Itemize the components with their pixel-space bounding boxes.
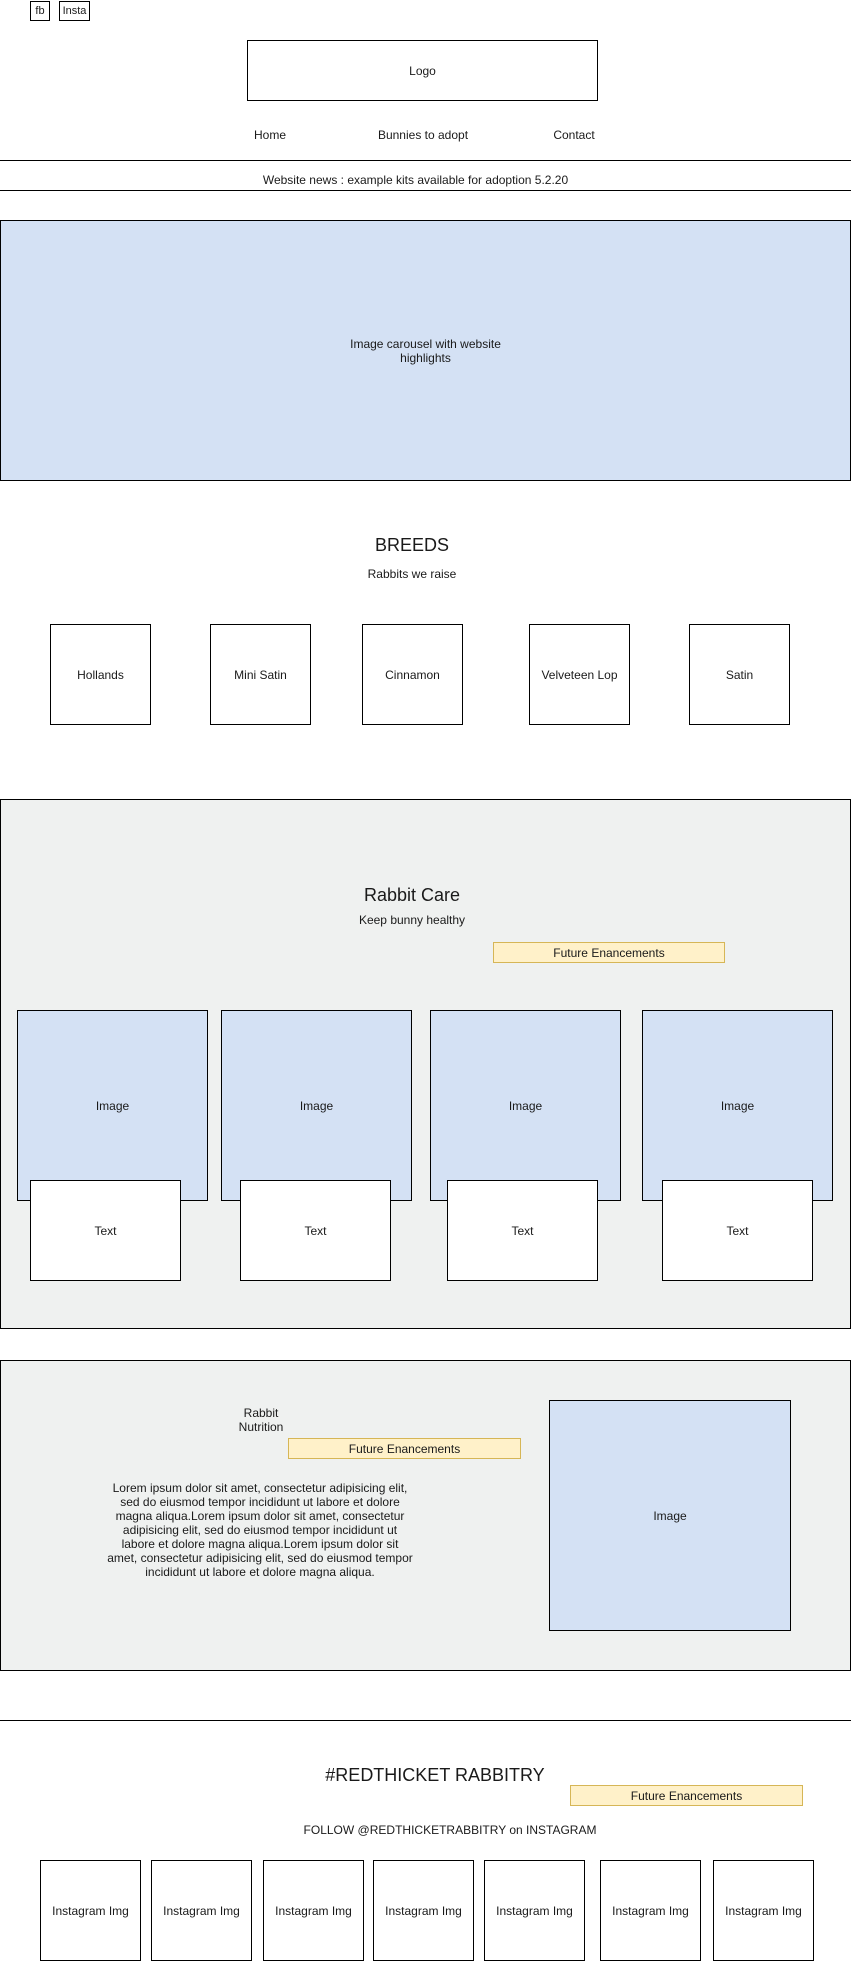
care-image-2[interactable]: Image bbox=[221, 1010, 412, 1201]
image-carousel[interactable]: Image carousel with website highlights bbox=[0, 220, 851, 481]
breed-card-satin[interactable]: Satin bbox=[689, 624, 790, 725]
care-text-3[interactable]: Text bbox=[447, 1180, 598, 1281]
nav-contact[interactable]: Contact bbox=[539, 126, 609, 144]
instagram-img-5[interactable]: Instagram Img bbox=[484, 1860, 585, 1961]
instagram-img-7[interactable]: Instagram Img bbox=[713, 1860, 814, 1961]
instagram-divider bbox=[0, 1720, 851, 1721]
facebook-button[interactable]: fb bbox=[30, 1, 50, 21]
instagram-img-6[interactable]: Instagram Img bbox=[600, 1860, 701, 1961]
breeds-subtitle: Rabbits we raise bbox=[367, 567, 457, 581]
rabbit-care-future-enhancements: Future Enancements bbox=[493, 942, 725, 963]
care-image-4[interactable]: Image bbox=[642, 1010, 833, 1201]
care-image-1[interactable]: Image bbox=[17, 1010, 208, 1201]
logo[interactable]: Logo bbox=[247, 40, 598, 101]
care-text-4[interactable]: Text bbox=[662, 1180, 813, 1281]
instagram-img-2[interactable]: Instagram Img bbox=[151, 1860, 252, 1961]
website-news: Website news : example kits available fo… bbox=[262, 173, 569, 187]
news-divider-top bbox=[0, 160, 851, 161]
breed-card-hollands[interactable]: Hollands bbox=[50, 624, 151, 725]
care-text-2[interactable]: Text bbox=[240, 1180, 391, 1281]
instagram-img-4[interactable]: Instagram Img bbox=[373, 1860, 474, 1961]
instagram-button[interactable]: Insta bbox=[59, 1, 90, 21]
instagram-title: #REDTHICKET RABBITRY bbox=[325, 1764, 545, 1785]
news-divider-bottom bbox=[0, 190, 851, 191]
care-text-1[interactable]: Text bbox=[30, 1180, 181, 1281]
instagram-img-1[interactable]: Instagram Img bbox=[40, 1860, 141, 1961]
instagram-follow-text[interactable]: FOLLOW @REDTHICKETRABBITRY on INSTAGRAM bbox=[280, 1822, 620, 1838]
nutrition-image[interactable]: Image bbox=[549, 1400, 791, 1631]
breed-card-mini-satin[interactable]: Mini Satin bbox=[210, 624, 311, 725]
breeds-title: BREEDS bbox=[374, 534, 450, 555]
nutrition-future-enhancements: Future Enancements bbox=[288, 1438, 521, 1459]
nutrition-body-text: Lorem ipsum dolor sit amet, consectetur … bbox=[107, 1481, 413, 1579]
rabbit-care-title: Rabbit Care bbox=[363, 884, 461, 905]
nav-bunnies-to-adopt[interactable]: Bunnies to adopt bbox=[363, 126, 483, 144]
nav-home[interactable]: Home bbox=[240, 126, 300, 144]
breed-card-cinnamon[interactable]: Cinnamon bbox=[362, 624, 463, 725]
care-image-3[interactable]: Image bbox=[430, 1010, 621, 1201]
rabbit-care-subtitle: Keep bunny healthy bbox=[358, 913, 466, 927]
instagram-future-enhancements: Future Enancements bbox=[570, 1785, 803, 1806]
carousel-label: Image carousel with website highlights bbox=[350, 336, 501, 365]
rabbit-nutrition-title: Rabbit Nutrition bbox=[238, 1406, 284, 1434]
instagram-img-3[interactable]: Instagram Img bbox=[263, 1860, 364, 1961]
breed-card-velveteen-lop[interactable]: Velveteen Lop bbox=[529, 624, 630, 725]
